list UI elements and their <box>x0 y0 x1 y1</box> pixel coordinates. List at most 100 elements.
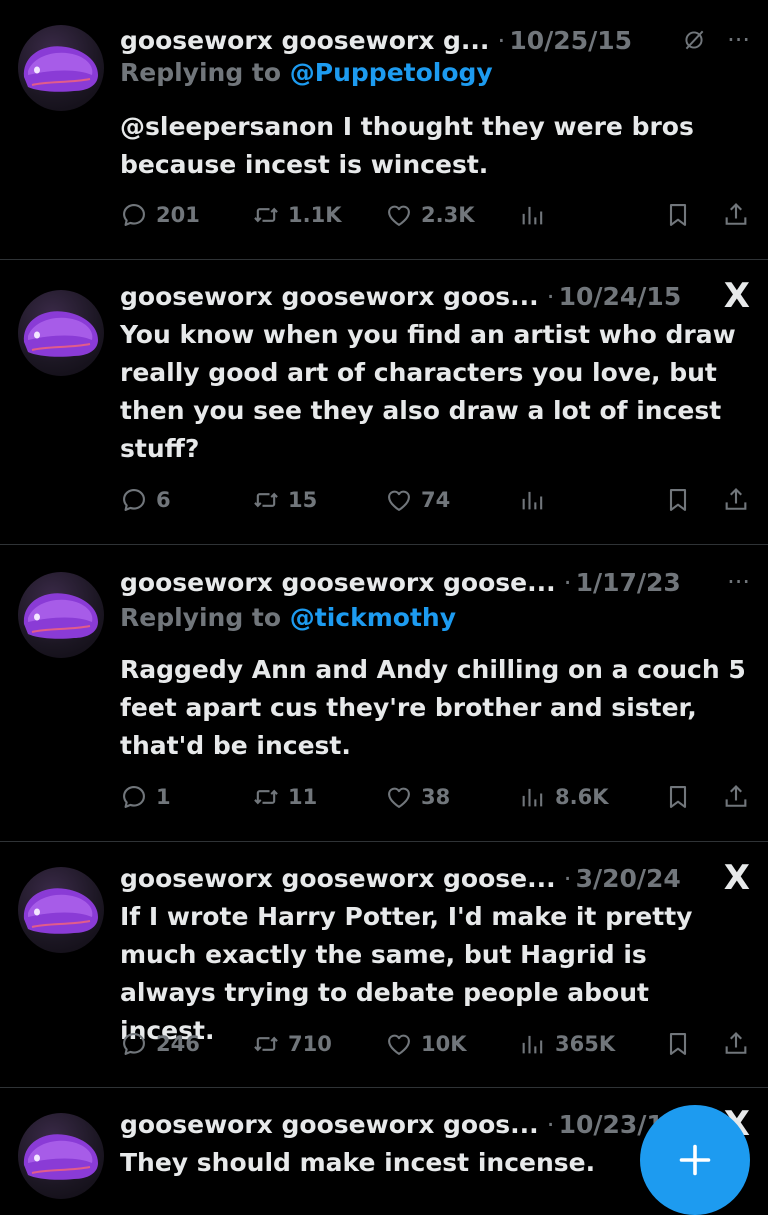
tweet-header: gooseworx gooseworx goose... · 1/17/23 ·… <box>120 562 750 602</box>
retweet-icon <box>252 486 280 514</box>
tweet-date[interactable]: 1/17/23 <box>576 568 681 597</box>
bookmark-button[interactable] <box>664 486 692 514</box>
tweet-actions: 201 1.1K 2.3K <box>120 195 750 235</box>
like-icon <box>385 783 413 811</box>
like-icon <box>385 201 413 229</box>
bookmark-button[interactable] <box>664 201 692 229</box>
like-icon <box>385 1030 413 1058</box>
like-button[interactable]: 2.3K <box>385 201 519 229</box>
views-icon <box>519 486 547 514</box>
tweet-3[interactable]: gooseworx gooseworx goose... · 1/17/23 ·… <box>0 545 768 842</box>
replying-mention[interactable]: @tickmothy <box>290 603 456 632</box>
views-icon <box>519 1030 547 1058</box>
retweet-count: 710 <box>288 1032 332 1056</box>
share-button[interactable] <box>722 1030 750 1058</box>
share-icon <box>722 783 750 811</box>
tweet-text: Raggedy Ann and Andy chilling on a couch… <box>120 655 746 760</box>
views-button[interactable] <box>519 486 652 514</box>
views-button[interactable]: 8.6K <box>519 783 652 811</box>
tweet-header: gooseworx gooseworx goose... · 3/20/24 X <box>120 858 750 898</box>
tweet-text: @sleepersanon I thought they were bros b… <box>120 112 694 179</box>
views-button[interactable]: 365K <box>519 1030 652 1058</box>
retweet-button[interactable]: 1.1K <box>252 201 385 229</box>
reply-icon <box>120 1030 148 1058</box>
separator: · <box>563 863 572 893</box>
retweet-icon <box>252 783 280 811</box>
like-count: 74 <box>421 488 451 512</box>
separator: · <box>546 281 555 311</box>
tweet-4[interactable]: gooseworx gooseworx goose... · 3/20/24 X… <box>0 842 768 1088</box>
like-count: 2.3K <box>421 203 475 227</box>
reply-button[interactable]: 1 <box>120 783 252 811</box>
separator: · <box>546 1109 555 1139</box>
bookmark-icon <box>664 201 692 229</box>
retweet-button[interactable]: 710 <box>252 1030 385 1058</box>
retweet-count: 15 <box>288 488 318 512</box>
reply-button[interactable]: 201 <box>120 201 252 229</box>
tweet-date[interactable]: 10/24/15 <box>559 282 682 311</box>
replying-prefix: Replying to <box>120 603 282 632</box>
author-name[interactable]: gooseworx gooseworx g... <box>120 26 489 55</box>
more-icon[interactable]: ··· <box>727 26 750 54</box>
tweet-actions: 1 11 38 8.6K <box>120 777 750 817</box>
reply-count: 246 <box>156 1032 200 1056</box>
tweet-date[interactable]: 10/25/15 <box>509 26 632 55</box>
separator: · <box>497 25 506 55</box>
tweet-header: gooseworx gooseworx goos... · 10/24/15 X <box>120 276 750 316</box>
share-button[interactable] <box>722 486 750 514</box>
author-name[interactable]: gooseworx gooseworx goose... <box>120 568 556 597</box>
bookmark-button[interactable] <box>664 1030 692 1058</box>
avatar[interactable] <box>18 290 104 376</box>
replying-to: Replying to @Puppetology <box>120 58 493 87</box>
plus-icon <box>679 1144 711 1176</box>
views-count: 8.6K <box>555 785 609 809</box>
replying-mention[interactable]: @Puppetology <box>290 58 493 87</box>
avatar[interactable] <box>18 572 104 658</box>
like-icon <box>385 486 413 514</box>
mute-icon <box>681 27 707 53</box>
bookmark-icon <box>664 486 692 514</box>
avatar[interactable] <box>18 25 104 111</box>
compose-button[interactable] <box>640 1105 750 1215</box>
like-count: 38 <box>421 785 451 809</box>
views-button[interactable] <box>519 201 652 229</box>
author-name[interactable]: gooseworx gooseworx goose... <box>120 864 556 893</box>
bookmark-icon <box>664 783 692 811</box>
like-count: 10K <box>421 1032 467 1056</box>
like-button[interactable]: 74 <box>385 486 519 514</box>
reply-button[interactable]: 246 <box>120 1030 252 1058</box>
tweet-2[interactable]: gooseworx gooseworx goos... · 10/24/15 X… <box>0 260 768 545</box>
replying-to: Replying to @tickmothy <box>120 603 456 632</box>
tweet-actions: 6 15 74 <box>120 480 750 520</box>
retweet-button[interactable]: 11 <box>252 783 385 811</box>
avatar[interactable] <box>18 1113 104 1199</box>
share-button[interactable] <box>722 783 750 811</box>
reply-count: 6 <box>156 488 171 512</box>
views-icon <box>519 201 547 229</box>
views-count: 365K <box>555 1032 616 1056</box>
tweet-1[interactable]: gooseworx gooseworx g... · 10/25/15 ··· … <box>0 0 768 260</box>
reply-count: 201 <box>156 203 200 227</box>
replying-prefix: Replying to <box>120 58 282 87</box>
author-name[interactable]: gooseworx gooseworx goos... <box>120 282 539 311</box>
views-icon <box>519 783 547 811</box>
retweet-count: 1.1K <box>288 203 342 227</box>
tweet-header: gooseworx gooseworx g... · 10/25/15 ··· <box>120 20 750 60</box>
like-button[interactable]: 38 <box>385 783 519 811</box>
tweet-actions: 246 710 10K 365K <box>120 1024 750 1064</box>
avatar[interactable] <box>18 867 104 953</box>
x-logo-icon: X <box>723 276 750 316</box>
tweet-date[interactable]: 3/20/24 <box>576 864 681 893</box>
reply-button[interactable]: 6 <box>120 486 252 514</box>
share-icon <box>722 1030 750 1058</box>
retweet-icon <box>252 201 280 229</box>
like-button[interactable]: 10K <box>385 1030 519 1058</box>
author-name[interactable]: gooseworx gooseworx goos... <box>120 1110 539 1139</box>
retweet-count: 11 <box>288 785 318 809</box>
retweet-icon <box>252 1030 280 1058</box>
retweet-button[interactable]: 15 <box>252 486 385 514</box>
bookmark-button[interactable] <box>664 783 692 811</box>
share-button[interactable] <box>722 201 750 229</box>
more-icon[interactable]: ··· <box>727 568 750 596</box>
tweet-text: You know when you find an artist who dra… <box>120 320 736 463</box>
